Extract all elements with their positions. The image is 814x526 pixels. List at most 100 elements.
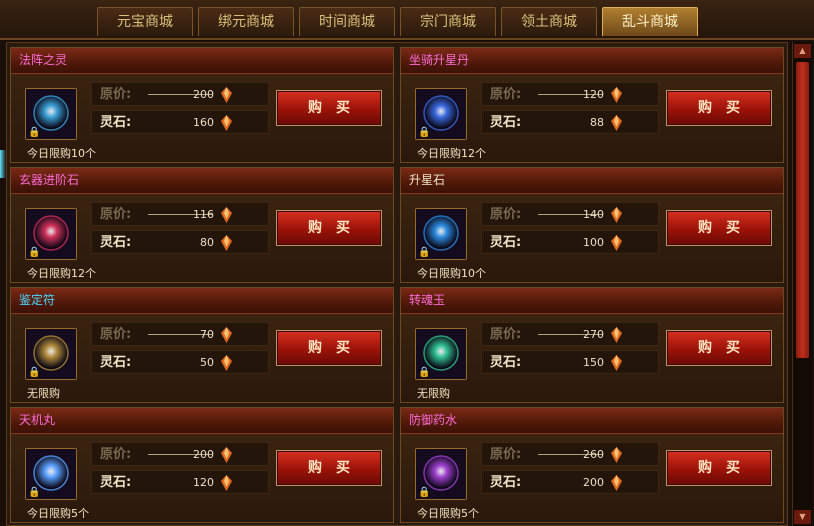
spirit-stone-icon: [221, 355, 232, 371]
soul-jade-icon[interactable]: 🔒: [415, 328, 467, 380]
stone-price-value: 200: [583, 476, 604, 489]
scroll-up-button[interactable]: ▲: [794, 44, 811, 58]
original-price-row: 原价: 200: [91, 442, 269, 466]
purchase-limit: 今日限购5个: [417, 507, 479, 520]
original-price-row: 原价: 270: [481, 322, 659, 346]
shop-item-card: 天机丸 🔒 原价: 200 灵石: 120 购买 今日限购5个: [10, 407, 394, 523]
original-price-row: 原价: 260: [481, 442, 659, 466]
spirit-stone-icon: [611, 355, 622, 371]
original-price-value: 270: [583, 328, 604, 341]
original-price-label: 原价:: [100, 327, 132, 342]
original-price-label: 原价:: [490, 447, 522, 462]
spirit-stone-icon: [611, 87, 622, 103]
buy-button[interactable]: 购买: [276, 90, 382, 126]
lock-icon: 🔒: [418, 127, 431, 138]
purchase-limit: 今日限购5个: [27, 507, 89, 520]
stone-price-row: 灵石: 150: [481, 350, 659, 374]
spirit-stone-icon: [611, 207, 622, 223]
buy-button[interactable]: 购买: [666, 450, 772, 486]
buy-button[interactable]: 购买: [666, 90, 772, 126]
original-price-row: 原价: 120: [481, 82, 659, 106]
spirit-stone-icon: [221, 87, 232, 103]
spirit-stone-icon: [611, 447, 622, 463]
tab-sect-shop[interactable]: 宗门商城: [400, 7, 496, 36]
stone-price-value: 150: [583, 356, 604, 369]
defense-potion-icon[interactable]: 🔒: [415, 448, 467, 500]
stone-price-row: 灵石: 160: [91, 110, 269, 134]
stone-price-label: 灵石:: [490, 355, 522, 370]
item-name: 玄器进阶石: [11, 168, 393, 194]
item-name: 天机丸: [11, 408, 393, 434]
shop-item-card: 鉴定符 🔒 原价: 70 灵石: 50 购买 无限购: [10, 287, 394, 403]
scroll-thumb[interactable]: [796, 62, 809, 358]
scroll-down-button[interactable]: ▼: [794, 510, 811, 524]
buy-button[interactable]: 购买: [276, 330, 382, 366]
lock-icon: 🔒: [28, 127, 41, 138]
lock-icon: 🔒: [28, 247, 41, 258]
stone-price-value: 50: [200, 356, 214, 369]
purchase-limit: 无限购: [417, 387, 450, 400]
item-name: 升星石: [401, 168, 783, 194]
lock-icon: 🔒: [418, 247, 431, 258]
stone-price-row: 灵石: 88: [481, 110, 659, 134]
heaven-pill-icon[interactable]: 🔒: [25, 448, 77, 500]
buy-button[interactable]: 购买: [666, 210, 772, 246]
spirit-stone-icon: [611, 235, 622, 251]
buy-button[interactable]: 购买: [666, 330, 772, 366]
stone-price-label: 灵石:: [490, 115, 522, 130]
purchase-limit: 今日限购10个: [27, 147, 96, 160]
purchase-limit: 今日限购12个: [27, 267, 96, 280]
original-price-value: 116: [193, 208, 214, 221]
original-price-value: 140: [583, 208, 604, 221]
item-list: 法阵之灵 🔒 原价: 200 灵石: 160 购买 今日限购10个 坐骑升星丹 …: [6, 42, 788, 526]
stone-price-value: 100: [583, 236, 604, 249]
stone-price-label: 灵石:: [100, 115, 132, 130]
shop-item-card: 转魂玉 🔒 原价: 270 灵石: 150 购买 无限购: [400, 287, 784, 403]
buy-button[interactable]: 购买: [276, 210, 382, 246]
original-price-value: 70: [200, 328, 214, 341]
artifact-advance-stone-icon[interactable]: 🔒: [25, 208, 77, 260]
lock-icon: 🔒: [418, 367, 431, 378]
item-name: 坐骑升星丹: [401, 48, 783, 74]
tab-brawl-shop[interactable]: 乱斗商城: [602, 7, 698, 36]
mount-star-pill-icon[interactable]: 🔒: [415, 88, 467, 140]
stone-price-row: 灵石: 200: [481, 470, 659, 494]
tab-bound-yuan-shop[interactable]: 绑元商城: [198, 7, 294, 36]
spirit-stone-icon: [221, 207, 232, 223]
buy-button[interactable]: 购买: [276, 450, 382, 486]
star-stone-icon[interactable]: 🔒: [415, 208, 467, 260]
spirit-stone-icon: [221, 115, 232, 131]
purchase-limit: 今日限购12个: [417, 147, 486, 160]
spirit-stone-icon: [221, 475, 232, 491]
scrollbar[interactable]: ▲ ▼: [792, 42, 812, 526]
shop-item-card: 玄器进阶石 🔒 原价: 116 灵石: 80 购买 今日限购12个: [10, 167, 394, 283]
tab-yuanbao-shop[interactable]: 元宝商城: [97, 7, 193, 36]
item-name: 鉴定符: [11, 288, 393, 314]
spirit-stone-icon: [611, 327, 622, 343]
stone-price-value: 120: [193, 476, 214, 489]
stone-price-label: 灵石:: [100, 235, 132, 250]
shop-tab-bar: 元宝商城 绑元商城 时间商城 宗门商城 领土商城 乱斗商城: [0, 0, 814, 40]
shop-item-card: 防御药水 🔒 原价: 260 灵石: 200 购买 今日限购5个: [400, 407, 784, 523]
original-price-value: 260: [583, 448, 604, 461]
original-price-row: 原价: 140: [481, 202, 659, 226]
original-price-row: 原价: 116: [91, 202, 269, 226]
lock-icon: 🔒: [418, 487, 431, 498]
spirit-stone-icon: [611, 475, 622, 491]
tab-territory-shop[interactable]: 领土商城: [501, 7, 597, 36]
shop-item-card: 升星石 🔒 原价: 140 灵石: 100 购买 今日限购10个: [400, 167, 784, 283]
original-price-value: 200: [193, 448, 214, 461]
original-price-row: 原价: 70: [91, 322, 269, 346]
formation-spirit-icon[interactable]: 🔒: [25, 88, 77, 140]
spirit-stone-icon: [221, 235, 232, 251]
stone-price-label: 灵石:: [490, 475, 522, 490]
stone-price-label: 灵石:: [100, 475, 132, 490]
appraisal-talisman-icon[interactable]: 🔒: [25, 328, 77, 380]
stone-price-row: 灵石: 100: [481, 230, 659, 254]
stone-price-value: 160: [193, 116, 214, 129]
original-price-value: 120: [583, 88, 604, 101]
original-price-label: 原价:: [490, 327, 522, 342]
spirit-stone-icon: [221, 447, 232, 463]
spirit-stone-icon: [611, 115, 622, 131]
tab-time-shop[interactable]: 时间商城: [299, 7, 395, 36]
